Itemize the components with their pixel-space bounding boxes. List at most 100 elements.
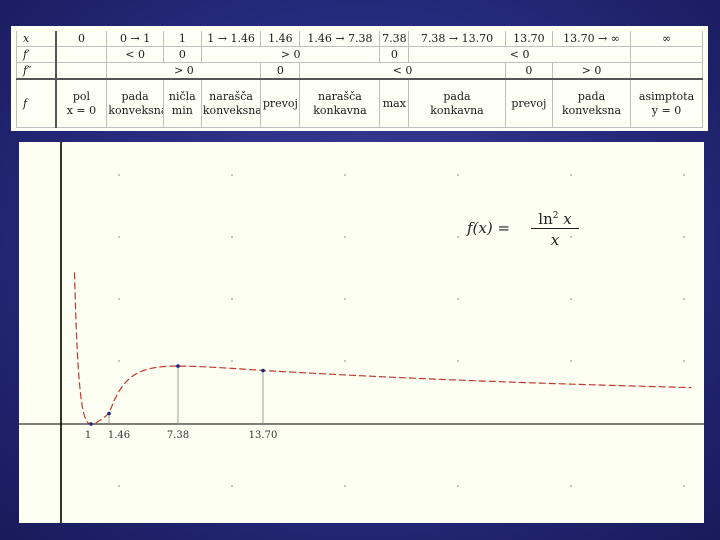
point-marker-1.46	[107, 411, 111, 416]
cell: 1 → 1.46	[200, 31, 262, 47]
row-label-f: f	[15, 78, 57, 128]
formula-var: x	[558, 210, 572, 228]
function-formula: f(x) = ln2 x x	[467, 205, 597, 253]
cell: 1	[162, 31, 202, 47]
grid-dot	[457, 298, 459, 300]
point-marker-13.70	[261, 368, 265, 373]
formula-ln: ln	[538, 210, 553, 228]
grid-dot	[683, 174, 685, 176]
cell: 1.46	[260, 31, 301, 47]
cell: pada konveksna	[106, 78, 164, 128]
cell: asimptota y = 0	[630, 78, 703, 128]
grid-dot	[457, 485, 459, 487]
grid-dot	[457, 236, 459, 238]
grid-dot	[570, 485, 572, 487]
grid-dot	[118, 360, 120, 362]
cell-line-2: konveksna	[108, 103, 164, 117]
function-curve	[73, 272, 692, 425]
cell-line-1: pol	[72, 89, 91, 103]
grid-dot	[683, 236, 685, 238]
cell: 0	[379, 46, 410, 63]
point-marker-7.38	[176, 364, 180, 368]
grid-dot	[231, 298, 233, 300]
cell: ničla min	[162, 78, 202, 128]
cell: pada konkavna	[408, 78, 506, 128]
cell: > 0	[200, 46, 381, 63]
grid-dot	[118, 298, 120, 300]
cell-line-2: konveksna	[202, 103, 261, 117]
cell: 13.70 → ∞	[551, 31, 632, 47]
row-x: x 0 0 → 1 1 1 → 1.46 1.46 1.46 → 7.38 7.…	[15, 31, 703, 47]
cell-line-1: pada	[121, 89, 149, 103]
cell-line-1: pada	[443, 89, 471, 103]
formula-numerator: ln2 x	[531, 205, 579, 228]
cell-line-1: ničla	[168, 89, 196, 103]
formula-denominator: x	[550, 231, 560, 249]
cell: pol x = 0	[55, 78, 108, 128]
grid-dot	[457, 360, 459, 362]
grid-dot	[231, 360, 233, 362]
grid-dot	[570, 174, 572, 176]
formula-lhs: f(x) =	[467, 219, 511, 237]
grid-dot	[683, 360, 685, 362]
cell: < 0	[408, 46, 632, 63]
cell	[55, 46, 108, 63]
grid-dot	[344, 174, 346, 176]
grid-dot	[344, 298, 346, 300]
cell-line-2: min	[171, 103, 193, 117]
cell-line-1: max	[382, 96, 406, 110]
graph-panel: 1 1.46 7.38 13.70 f(x) = ln2 x x	[19, 142, 704, 523]
grid-dot	[344, 236, 346, 238]
cell-line-2: y = 0	[651, 103, 682, 117]
sign-table: x 0 0 → 1 1 1 → 1.46 1.46 1.46 → 7.38 7.…	[15, 31, 703, 128]
grid-dot	[231, 485, 233, 487]
cell: narašča konkavna	[299, 78, 381, 128]
grid-dot	[683, 485, 685, 487]
cell: 7.38	[379, 31, 410, 47]
grid-dot	[570, 298, 572, 300]
cell-line-1: prevoj	[511, 96, 547, 110]
grid-dot	[457, 174, 459, 176]
cell: narašča konveksna	[200, 78, 262, 128]
grid-dot	[118, 236, 120, 238]
function-graph: 1 1.46 7.38 13.70	[19, 142, 704, 523]
cell: pada konveksna	[551, 78, 632, 128]
point-marker-1	[89, 422, 93, 426]
cell-line-2: konveksna	[561, 103, 622, 117]
grid-dot	[683, 298, 685, 300]
row-label-x: x	[15, 31, 57, 47]
cell: 0 → 1	[106, 31, 164, 47]
cell: max	[379, 78, 410, 128]
row-f: f pol x = 0 pada konveksna ničla min narašč…	[15, 78, 703, 128]
cell	[630, 62, 703, 80]
cell: prevoj	[504, 78, 554, 128]
grid-dot	[118, 174, 120, 176]
grid-dot	[344, 485, 346, 487]
row-f-prime: f′ < 0 0 > 0 0 < 0	[15, 46, 703, 63]
cell: 0	[162, 46, 202, 63]
sign-table-panel: x 0 0 → 1 1 1 → 1.46 1.46 1.46 → 7.38 7.…	[11, 26, 708, 131]
cell: > 0	[551, 62, 632, 80]
cell: 7.38 → 13.70	[408, 31, 506, 47]
cell-line-2: x = 0	[66, 103, 97, 117]
grid-dot	[344, 360, 346, 362]
x-tick-label: 1.46	[108, 430, 130, 441]
cell: 0	[260, 62, 301, 80]
x-tick-label: 7.38	[167, 430, 189, 441]
cell: < 0	[299, 62, 506, 80]
x-tick-label: 13.70	[249, 430, 278, 441]
grid-dot	[570, 360, 572, 362]
cell: 1.46 → 7.38	[299, 31, 381, 47]
cell-line-2: konkavna	[313, 103, 367, 117]
row-label-f-double-prime: f″	[15, 62, 57, 80]
grid-dot	[231, 236, 233, 238]
cell: 13.70	[504, 31, 554, 47]
cell: 0	[55, 31, 108, 47]
formula-fraction: ln2 x x	[531, 205, 579, 250]
cell-line-2: konkavna	[430, 103, 484, 117]
cell-line-1: narašča	[209, 89, 253, 103]
cell-line-1: narašča	[318, 89, 362, 103]
grid-dot	[231, 174, 233, 176]
cell-line-1: pada	[577, 89, 606, 103]
cell: > 0	[106, 62, 262, 80]
